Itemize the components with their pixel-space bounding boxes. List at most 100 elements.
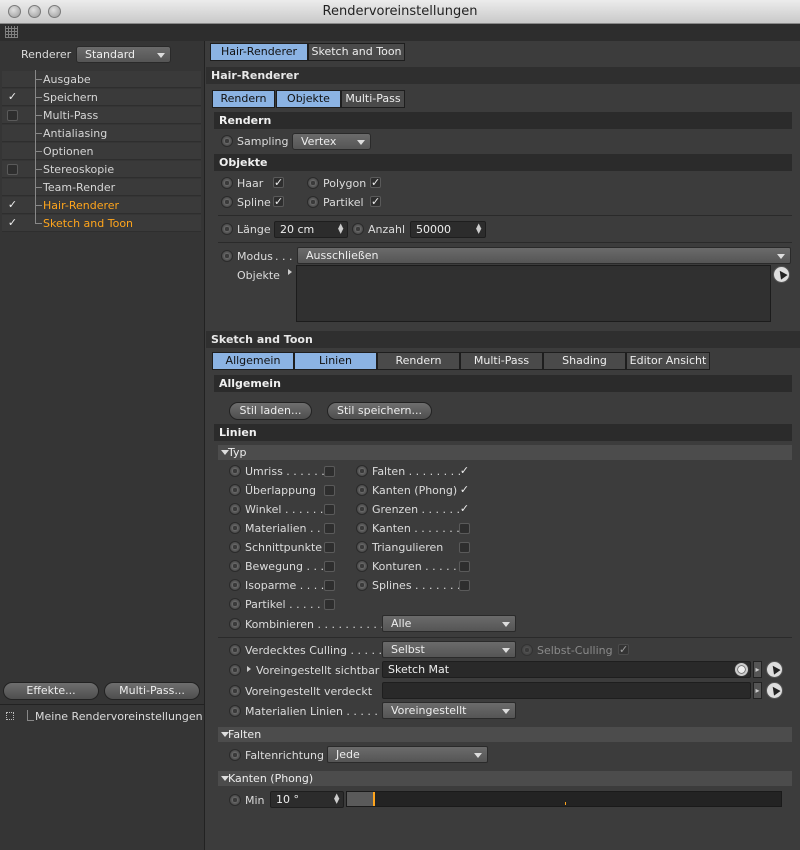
min-slider-knob[interactable]: [373, 792, 375, 806]
partikel-keyframe-radio[interactable]: [307, 196, 319, 208]
line-type-left-checkbox[interactable]: [324, 561, 335, 572]
pick-material-icon[interactable]: [766, 682, 783, 699]
haar-keyframe-radio[interactable]: [221, 177, 233, 189]
line-type-right-keyframe-radio[interactable]: [356, 465, 368, 477]
line-type-left-keyframe-radio[interactable]: [229, 579, 241, 591]
anzahl-field[interactable]: 50000 ▲ ▼: [410, 221, 486, 238]
nav-item-hair-renderer[interactable]: ✓ Hair-Renderer: [2, 196, 201, 214]
tab-sketch-linien[interactable]: Linien: [294, 352, 377, 370]
sampling-keyframe-radio[interactable]: [221, 135, 233, 147]
line-type-right-checkbox[interactable]: [459, 523, 470, 534]
faltenrichtung-dropdown[interactable]: Jede: [327, 746, 488, 763]
pick-object-icon[interactable]: [773, 266, 790, 283]
tab-sketch-and-toon[interactable]: Sketch and Toon: [308, 43, 405, 61]
renderer-dropdown[interactable]: Standard: [76, 46, 171, 63]
nav-item-checkbox[interactable]: ✓: [7, 217, 18, 229]
line-type-right-keyframe-radio[interactable]: [356, 560, 368, 572]
line-type-left-checkbox[interactable]: [324, 466, 335, 477]
line-type-right-keyframe-radio[interactable]: [356, 522, 368, 534]
close-window-button[interactable]: [8, 5, 21, 18]
nav-item-speichern[interactable]: ✓ Speichern: [2, 88, 201, 106]
line-type-right-keyframe-radio[interactable]: [356, 484, 368, 496]
kanten-phong-group-header[interactable]: Kanten (Phong): [218, 771, 792, 786]
spline-checkbox[interactable]: ✓: [273, 196, 284, 207]
tab-hair-rendern[interactable]: Rendern: [212, 90, 275, 108]
tab-hair-multipass[interactable]: Multi-Pass: [341, 90, 405, 108]
nav-item-checkbox[interactable]: ✓: [7, 91, 18, 103]
laenge-keyframe-radio[interactable]: [221, 223, 233, 235]
line-type-left-checkbox[interactable]: [324, 580, 335, 591]
line-type-right-keyframe-radio[interactable]: [356, 579, 368, 591]
nav-item-stereoskopie[interactable]: Stereoskopie: [2, 160, 201, 178]
multipass-button[interactable]: Multi-Pass...: [104, 682, 200, 700]
nav-item-ausgabe[interactable]: Ausgabe: [2, 70, 201, 88]
tab-sketch-rendern[interactable]: Rendern: [377, 352, 460, 370]
faltenrichtung-keyframe-radio[interactable]: [229, 749, 241, 761]
line-type-right-checkbox[interactable]: ✓: [459, 465, 470, 477]
polygon-checkbox[interactable]: ✓: [370, 177, 381, 188]
polygon-keyframe-radio[interactable]: [307, 177, 319, 189]
line-type-right-keyframe-radio[interactable]: [356, 541, 368, 553]
sampling-dropdown[interactable]: Vertex: [292, 133, 371, 150]
pick-material-icon[interactable]: [766, 661, 783, 678]
stil-laden-button[interactable]: Stil laden...: [229, 402, 312, 420]
expand-arrow-icon[interactable]: [288, 269, 292, 275]
nav-item-sketch-and-toon[interactable]: ✓ Sketch and Toon: [2, 214, 201, 232]
nav-item-optionen[interactable]: Optionen: [2, 142, 201, 160]
verdeckt-link-field[interactable]: [382, 682, 751, 699]
haar-checkbox[interactable]: ✓: [273, 177, 284, 188]
nav-item-antialiasing[interactable]: Antialiasing: [2, 124, 201, 142]
line-type-left-checkbox[interactable]: [324, 523, 335, 534]
line-type-left-keyframe-radio[interactable]: [229, 560, 241, 572]
anzahl-keyframe-radio[interactable]: [352, 223, 364, 235]
laenge-field[interactable]: 20 cm ▲ ▼: [274, 221, 348, 238]
tab-sketch-shading[interactable]: Shading: [543, 352, 626, 370]
selbst-culling-keyframe-radio[interactable]: [521, 644, 533, 656]
spinner-icon[interactable]: ▲ ▼: [334, 793, 340, 805]
kombinieren-keyframe-radio[interactable]: [229, 618, 241, 630]
modus-dropdown[interactable]: Ausschließen: [297, 247, 791, 264]
grip-icon[interactable]: [5, 26, 18, 38]
sichtbar-link-field[interactable]: Sketch Mat: [382, 661, 751, 678]
nav-item-team-render[interactable]: Team-Render: [2, 178, 201, 196]
preset-item[interactable]: Meine Rendervoreinstellungen: [35, 710, 203, 723]
spinner-icon[interactable]: ▲ ▼: [338, 223, 344, 235]
mat-linien-keyframe-radio[interactable]: [229, 705, 241, 717]
culling-keyframe-radio[interactable]: [229, 644, 241, 656]
spline-keyframe-radio[interactable]: [221, 196, 233, 208]
line-type-left-keyframe-radio[interactable]: [229, 503, 241, 515]
min-field[interactable]: 10 ° ▲ ▼: [270, 791, 344, 808]
line-type-right-checkbox[interactable]: ✓: [459, 503, 470, 515]
line-type-left-keyframe-radio[interactable]: [229, 598, 241, 610]
link-arrow-icon[interactable]: ▸: [753, 682, 762, 699]
line-type-right-checkbox[interactable]: ✓: [459, 484, 470, 496]
min-slider[interactable]: [346, 791, 782, 807]
minimize-window-button[interactable]: [28, 5, 41, 18]
line-type-left-keyframe-radio[interactable]: [229, 465, 241, 477]
mat-linien-dropdown[interactable]: Voreingestellt: [382, 702, 516, 719]
tab-hair-objekte[interactable]: Objekte: [276, 90, 341, 108]
nav-item-checkbox[interactable]: [7, 164, 18, 175]
line-type-left-checkbox[interactable]: [324, 542, 335, 553]
nav-item-checkbox[interactable]: ✓: [7, 199, 18, 211]
partikel-checkbox[interactable]: ✓: [370, 196, 381, 207]
stil-speichern-button[interactable]: Stil speichern...: [327, 402, 432, 420]
nav-item-checkbox[interactable]: [7, 110, 18, 121]
spinner-icon[interactable]: ▲ ▼: [476, 223, 482, 235]
line-type-left-checkbox[interactable]: [324, 485, 335, 496]
zoom-window-button[interactable]: [48, 5, 61, 18]
expand-arrow-icon[interactable]: [247, 666, 251, 672]
selbst-culling-checkbox[interactable]: ✓: [618, 644, 629, 655]
verdeckt-keyframe-radio[interactable]: [229, 685, 241, 697]
falten-group-header[interactable]: Falten: [218, 727, 792, 742]
line-type-left-keyframe-radio[interactable]: [229, 541, 241, 553]
line-type-left-checkbox[interactable]: [324, 504, 335, 515]
line-type-right-checkbox[interactable]: [459, 580, 470, 591]
kombinieren-dropdown[interactable]: Alle: [382, 615, 516, 632]
line-type-right-keyframe-radio[interactable]: [356, 503, 368, 515]
effects-button[interactable]: Effekte...: [3, 682, 99, 700]
objekte-list-box[interactable]: [296, 265, 771, 322]
min-keyframe-radio[interactable]: [229, 794, 241, 806]
modus-keyframe-radio[interactable]: [221, 250, 233, 262]
culling-dropdown[interactable]: Selbst: [382, 641, 516, 658]
